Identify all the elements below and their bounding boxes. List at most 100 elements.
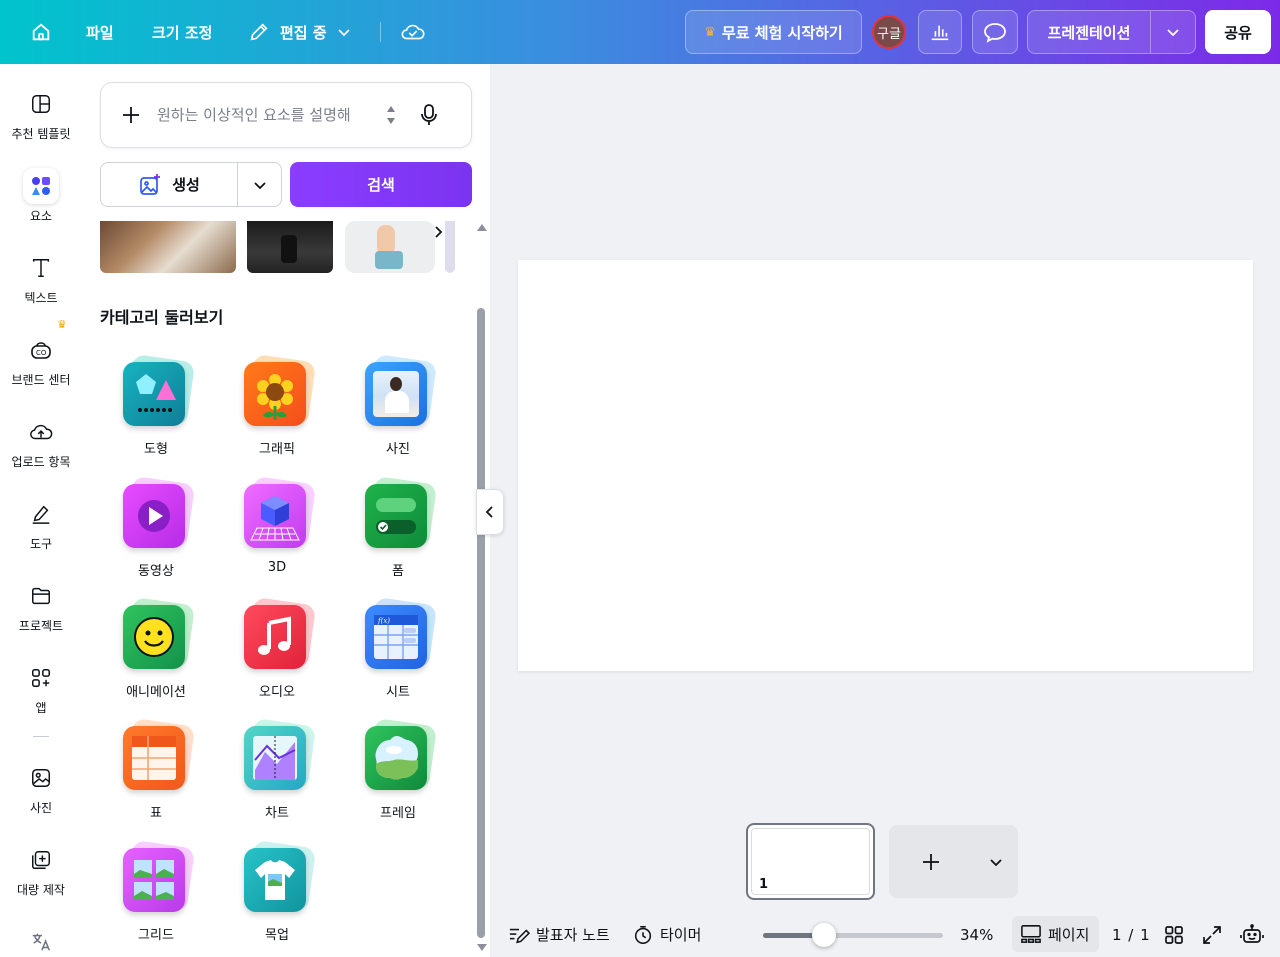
category-title: 카테고리 둘러보기 bbox=[100, 308, 224, 327]
panel-scrollbar[interactable] bbox=[474, 220, 488, 957]
element-search-box[interactable] bbox=[100, 82, 472, 148]
insights-button[interactable] bbox=[918, 10, 962, 54]
category-frames[interactable]: 프레임 bbox=[348, 717, 448, 830]
category-charts[interactable]: 차트 bbox=[227, 717, 327, 830]
svg-text:f(x): f(x) bbox=[377, 617, 390, 625]
search-button[interactable]: 검색 bbox=[290, 162, 472, 207]
expand-icon[interactable] bbox=[385, 102, 397, 128]
page-thumbnail[interactable]: 1 bbox=[746, 823, 875, 900]
generate-label: 생성 bbox=[172, 176, 200, 194]
table-icon bbox=[119, 717, 196, 794]
category-audio[interactable]: 오디오 bbox=[227, 596, 327, 709]
generate-options-button[interactable] bbox=[238, 178, 281, 192]
category-label: 차트 bbox=[265, 806, 289, 821]
plus-icon[interactable] bbox=[121, 105, 143, 125]
category-animations[interactable]: 애니메이션 bbox=[106, 596, 206, 709]
cube-3d-icon bbox=[240, 475, 317, 552]
rail-item-projects[interactable]: 프로젝트 bbox=[0, 578, 82, 648]
rail-item-photos[interactable]: 사진 bbox=[0, 760, 82, 830]
rail-label: 프로젝트 bbox=[18, 619, 64, 633]
page-thumbnail-number: 1 bbox=[759, 877, 769, 892]
category-tables[interactable]: 표 bbox=[106, 717, 206, 830]
rail-item-uploads[interactable]: 업로드 항목 bbox=[0, 414, 82, 484]
category-graphics[interactable]: 그래픽 bbox=[227, 353, 327, 466]
timer-button[interactable]: 타이머 bbox=[632, 912, 701, 957]
category-videos[interactable]: 동영상 bbox=[106, 475, 206, 588]
category-shapes[interactable]: 도형 bbox=[106, 353, 206, 466]
rail-item-bulk-create[interactable]: 대량 제작 bbox=[0, 842, 82, 912]
add-page-plus[interactable] bbox=[889, 852, 973, 872]
zoom-slider[interactable] bbox=[763, 923, 943, 947]
present-options-button[interactable] bbox=[1151, 25, 1195, 39]
rail-divider bbox=[33, 736, 49, 737]
generate-main[interactable]: 생성 bbox=[101, 173, 237, 197]
save-status-button[interactable] bbox=[400, 0, 426, 64]
rail-item-text[interactable]: 텍스트 bbox=[0, 250, 82, 320]
toolbar-divider bbox=[380, 22, 381, 42]
grid-view-icon bbox=[1165, 925, 1183, 944]
expand-icon bbox=[1203, 925, 1221, 944]
file-menu[interactable]: 파일 bbox=[86, 0, 114, 64]
category-sheets[interactable]: f(x) 시트 bbox=[348, 596, 448, 709]
scroll-up-arrow[interactable] bbox=[477, 224, 487, 231]
scroll-thumb[interactable] bbox=[477, 308, 485, 938]
fullscreen-button[interactable] bbox=[1202, 912, 1222, 957]
category-label: 사진 bbox=[386, 442, 410, 457]
pages-toggle-button[interactable]: 페이지 bbox=[1012, 916, 1100, 952]
magic-image-icon bbox=[140, 173, 161, 195]
avatar[interactable]: 구글 bbox=[872, 15, 906, 49]
category-forms[interactable]: 폼 bbox=[348, 475, 448, 588]
rail-item-templates[interactable]: 추천 템플릿 bbox=[0, 86, 82, 156]
category-label: 동영상 bbox=[138, 564, 174, 579]
add-page-options[interactable] bbox=[973, 855, 1018, 869]
category-3d[interactable]: 3D bbox=[227, 475, 327, 588]
microphone-icon[interactable] bbox=[419, 103, 439, 127]
resize-menu[interactable]: 크기 조정 bbox=[152, 0, 212, 64]
zoom-level[interactable]: 34% bbox=[960, 912, 993, 957]
chevron-left-icon bbox=[485, 506, 493, 518]
rail-item-elements[interactable]: 요소 bbox=[0, 168, 82, 238]
scroll-down-arrow[interactable] bbox=[477, 944, 487, 951]
comments-button[interactable] bbox=[972, 10, 1018, 54]
elements-panel: 생성 검색 카테고리 둘러보기 도형 그래픽 bbox=[82, 64, 490, 957]
generate-button[interactable]: 생성 bbox=[100, 162, 282, 207]
bottom-bar: 발표자 노트 타이머 34% 페이지 1 / 1 bbox=[492, 912, 1280, 957]
category-label: 시트 bbox=[386, 685, 410, 700]
present-label: 프레젠테이션 bbox=[1047, 23, 1131, 42]
category-grids[interactable]: 그리드 bbox=[106, 839, 206, 952]
category-label: 3D bbox=[267, 560, 287, 575]
add-page-button[interactable] bbox=[889, 825, 1018, 898]
start-trial-button[interactable]: ♛ 무료 체험 시작하기 bbox=[685, 10, 862, 54]
photo-thumbnail[interactable] bbox=[247, 221, 333, 273]
design-canvas-page[interactable] bbox=[518, 260, 1253, 671]
bulk-create-icon bbox=[23, 842, 59, 878]
category-label: 그리드 bbox=[138, 928, 174, 943]
category-mockups[interactable]: 목업 bbox=[227, 839, 327, 952]
brand-icon: CO bbox=[23, 332, 59, 368]
graphic-thumbnail[interactable] bbox=[345, 221, 435, 273]
assistant-button[interactable] bbox=[1240, 912, 1264, 957]
rail-label: 텍스트 bbox=[24, 291, 58, 305]
home-button[interactable] bbox=[22, 0, 60, 64]
chevron-down-icon bbox=[989, 858, 1002, 866]
editing-mode-menu[interactable]: 편집 중 bbox=[248, 0, 351, 64]
zoom-slider-handle[interactable] bbox=[812, 923, 836, 947]
notes-button[interactable]: 발표자 노트 bbox=[508, 912, 610, 957]
category-photos[interactable]: 사진 bbox=[348, 353, 448, 466]
photo-thumbnail[interactable] bbox=[100, 221, 236, 273]
element-search-input[interactable] bbox=[157, 106, 377, 124]
rail-item-brand[interactable]: CO 브랜드 센터 bbox=[0, 332, 82, 402]
share-button[interactable]: 공유 bbox=[1205, 10, 1271, 54]
rail-item-apps[interactable]: 앱 bbox=[0, 660, 82, 730]
collapse-panel-button[interactable] bbox=[476, 489, 504, 535]
rail-item-translate[interactable] bbox=[0, 924, 82, 957]
present-button[interactable]: 프레젠테이션 bbox=[1027, 10, 1196, 54]
rail-item-draw[interactable]: 도구 bbox=[0, 496, 82, 566]
pages-icon bbox=[1021, 925, 1041, 943]
chevron-down-icon bbox=[1167, 29, 1179, 37]
carousel-next-button[interactable] bbox=[425, 219, 451, 245]
video-icon bbox=[119, 475, 196, 552]
draw-icon bbox=[23, 496, 59, 532]
grid-view-button[interactable] bbox=[1164, 912, 1184, 957]
smiley-icon bbox=[119, 596, 196, 673]
